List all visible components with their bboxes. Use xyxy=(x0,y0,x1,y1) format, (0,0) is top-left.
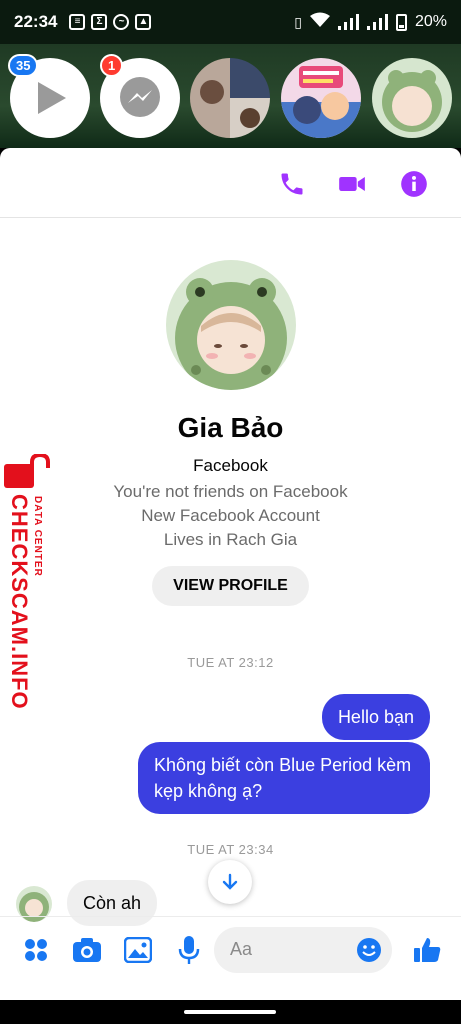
account-note: New Facebook Account xyxy=(141,506,320,525)
status-bar: 22:34 ≡ Σ ~ ▲ ▯ 20% xyxy=(0,0,461,44)
signal-icon-1 xyxy=(337,14,359,30)
location-text: Lives in Rach Gia xyxy=(163,530,298,549)
home-gesture-bar[interactable] xyxy=(184,1010,276,1014)
messenger-icon: ~ xyxy=(113,14,130,30)
play-icon xyxy=(38,82,66,114)
microphone-icon[interactable] xyxy=(174,935,204,965)
view-profile-button[interactable]: VIEW PROFILE xyxy=(152,566,309,606)
chat-head-active[interactable] xyxy=(372,58,452,138)
checkscam-watermark: CHECKSCAM.INFO DATA CENTER xyxy=(4,454,54,710)
chat-head-group[interactable] xyxy=(190,58,270,138)
messenger-icon xyxy=(120,77,160,117)
frog-avatar xyxy=(372,58,452,138)
gallery-icon[interactable] xyxy=(123,935,153,965)
lock-icon xyxy=(4,454,50,488)
video-icon[interactable] xyxy=(338,170,366,198)
message-timestamp: TUE AT 23:12 xyxy=(187,655,274,670)
info-icon[interactable] xyxy=(400,170,428,198)
watermark-text: CHECKSCAM.INFO xyxy=(7,494,32,710)
message-input[interactable] xyxy=(230,939,350,960)
sigma-icon: Σ xyxy=(91,14,108,30)
status-time: 22:34 xyxy=(14,12,58,31)
vibrate-icon: ▯ xyxy=(294,13,302,30)
apps-icon[interactable] xyxy=(21,935,51,965)
outgoing-message[interactable]: Hello bạn xyxy=(321,694,430,740)
status-right: ▯ 20% xyxy=(294,12,447,33)
wifi-icon xyxy=(309,12,330,33)
image-icon: ▲ xyxy=(135,14,152,30)
chat-head-badge: 35 xyxy=(8,54,39,77)
profile-section: Gia Bảo Facebook You're not friends on F… xyxy=(0,260,461,606)
battery-percent: 20% xyxy=(414,13,447,30)
profile-platform: Facebook xyxy=(193,456,268,475)
friend-status: You're not friends on Facebook xyxy=(113,482,348,501)
frog-avatar xyxy=(165,260,296,390)
message-input-box[interactable] xyxy=(214,927,392,973)
arrow-down-icon xyxy=(222,873,238,890)
emoji-icon[interactable] xyxy=(356,937,382,963)
battery-icon xyxy=(395,13,407,31)
camera-icon[interactable] xyxy=(72,935,102,965)
message-timestamp: TUE AT 23:34 xyxy=(187,842,274,857)
chat-heads-bar: 35 1 xyxy=(0,44,461,148)
message-composer xyxy=(0,916,461,984)
outgoing-message[interactable]: Không biết còn Blue Period kèm kẹp không… xyxy=(138,742,430,814)
system-nav-bar xyxy=(0,1000,461,1024)
watermark-subtext: DATA CENTER xyxy=(32,496,43,577)
phone-icon[interactable] xyxy=(278,170,306,198)
conversation-header xyxy=(0,148,461,218)
chat-head-color-fiesta[interactable] xyxy=(281,58,361,138)
thumbs-up-icon[interactable] xyxy=(412,935,442,965)
scroll-down-button[interactable] xyxy=(208,860,252,904)
notification-icons: ≡ Σ ~ ▲ xyxy=(69,14,152,30)
group-avatar xyxy=(190,58,270,138)
profile-avatar[interactable] xyxy=(165,260,296,390)
contact-name: Gia Bảo xyxy=(177,412,284,443)
conversation-panel: Gia Bảo Facebook You're not friends on F… xyxy=(0,148,461,1000)
color-fiesta-avatar xyxy=(281,58,361,138)
notes-icon: ≡ xyxy=(69,14,86,30)
signal-icon-2 xyxy=(366,14,388,30)
